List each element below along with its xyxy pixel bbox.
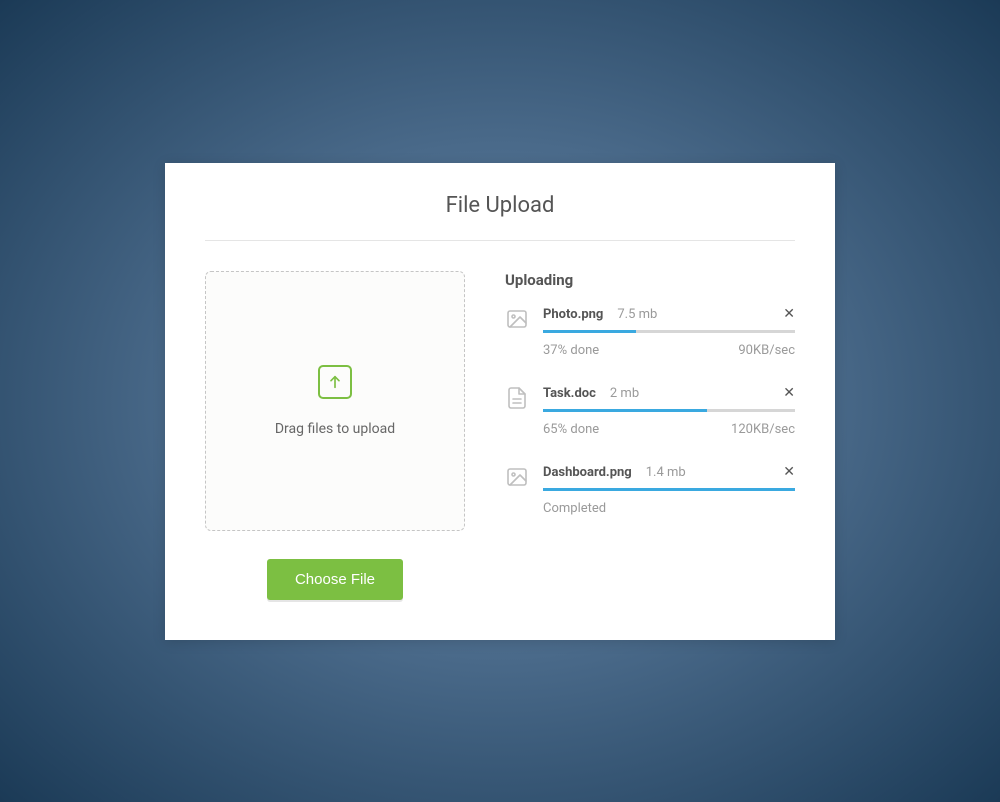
progress-bar bbox=[543, 409, 795, 412]
card-title: File Upload bbox=[205, 193, 795, 241]
progress-fill bbox=[543, 488, 795, 491]
file-head: Photo.png 7.5 mb ✕ bbox=[543, 307, 795, 322]
file-name: Photo.png bbox=[543, 307, 603, 322]
file-size: 7.5 mb bbox=[617, 307, 657, 322]
file-name: Task.doc bbox=[543, 386, 596, 401]
image-icon bbox=[505, 465, 529, 489]
file-size: 2 mb bbox=[610, 386, 639, 401]
file-item: Photo.png 7.5 mb ✕ 37% done 90KB/sec bbox=[505, 307, 795, 358]
file-body: Task.doc 2 mb ✕ 65% done 120KB/sec bbox=[543, 386, 795, 437]
image-icon bbox=[505, 307, 529, 331]
progress-fill bbox=[543, 330, 636, 333]
dropzone[interactable]: Drag files to upload bbox=[205, 271, 465, 531]
progress-bar bbox=[543, 488, 795, 491]
file-size: 1.4 mb bbox=[646, 465, 686, 480]
progress-status: 65% done bbox=[543, 422, 599, 437]
close-icon[interactable]: ✕ bbox=[783, 465, 795, 479]
file-body: Dashboard.png 1.4 mb ✕ Completed bbox=[543, 465, 795, 516]
upload-icon bbox=[318, 365, 352, 399]
file-item: Task.doc 2 mb ✕ 65% done 120KB/sec bbox=[505, 386, 795, 437]
close-icon[interactable]: ✕ bbox=[783, 307, 795, 321]
document-icon bbox=[505, 386, 529, 410]
progress-bar bbox=[543, 330, 795, 333]
file-body: Photo.png 7.5 mb ✕ 37% done 90KB/sec bbox=[543, 307, 795, 358]
upload-speed: 90KB/sec bbox=[738, 343, 795, 358]
right-column: Uploading Photo.png 7.5 mb ✕ 37 bbox=[505, 271, 795, 600]
file-name: Dashboard.png bbox=[543, 465, 632, 480]
upload-card: File Upload Drag files to upload Choose … bbox=[165, 163, 835, 640]
uploading-heading: Uploading bbox=[505, 271, 795, 289]
file-item: Dashboard.png 1.4 mb ✕ Completed bbox=[505, 465, 795, 516]
file-foot: 37% done 90KB/sec bbox=[543, 343, 795, 358]
upload-speed: 120KB/sec bbox=[731, 422, 795, 437]
file-head: Task.doc 2 mb ✕ bbox=[543, 386, 795, 401]
progress-status: 37% done bbox=[543, 343, 599, 358]
file-foot: 65% done 120KB/sec bbox=[543, 422, 795, 437]
close-icon[interactable]: ✕ bbox=[783, 386, 795, 400]
choose-file-button[interactable]: Choose File bbox=[267, 559, 403, 600]
progress-fill bbox=[543, 409, 707, 412]
dropzone-text: Drag files to upload bbox=[275, 421, 395, 437]
file-head: Dashboard.png 1.4 mb ✕ bbox=[543, 465, 795, 480]
left-column: Drag files to upload Choose File bbox=[205, 271, 465, 600]
progress-status: Completed bbox=[543, 501, 606, 516]
file-foot: Completed bbox=[543, 501, 795, 516]
card-content: Drag files to upload Choose File Uploadi… bbox=[205, 271, 795, 600]
